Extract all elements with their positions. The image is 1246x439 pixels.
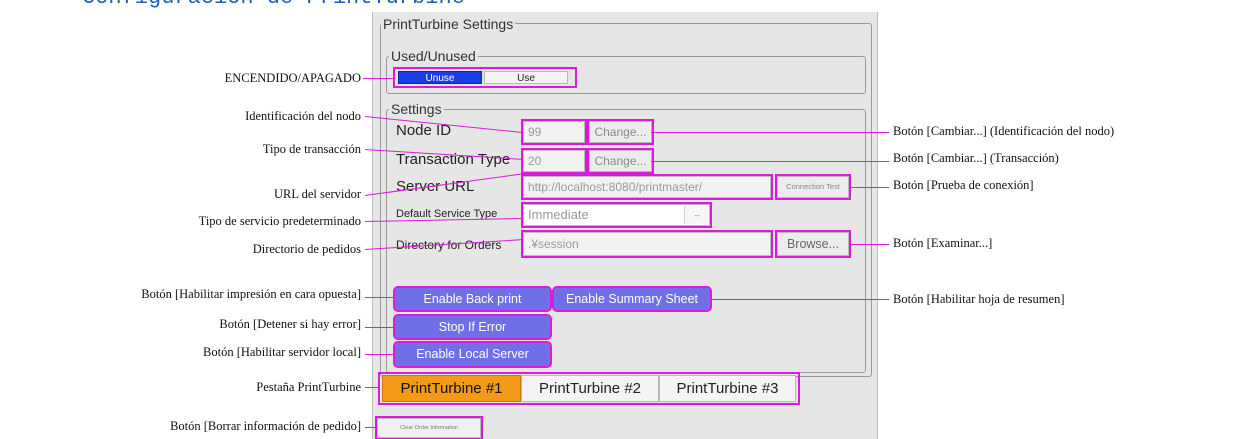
use-option[interactable]: Use [484,71,568,84]
use-label: Use [517,73,535,84]
transaction-type-input[interactable]: 20 [521,148,587,174]
annotation-printturbine-tab: Pestaña PrintTurbine [256,380,361,394]
unuse-option[interactable]: Unuse [398,71,482,84]
leader-line-connection-test [849,187,889,188]
unuse-label: Unuse [425,73,455,84]
annotation-change-node: Botón [Cambiar...] (Identificación del n… [893,124,1115,138]
annotation-connection-test: Botón [Prueba de conexión] [893,178,1034,192]
directory-for-orders-input[interactable]: .¥session [521,230,773,258]
node-id-input[interactable]: 99 [521,119,587,145]
tab-printturbine-2[interactable]: PrintTurbine #2 [521,375,659,402]
leader-line-back-print [365,297,394,298]
on-off-toggle[interactable]: Unuse Use [393,67,577,88]
annotation-default-service: Tipo de servicio predeterminado [198,214,361,228]
server-url-input[interactable]: http://localhost:8080/printmaster/ [521,174,773,200]
enable-local-server-button[interactable]: Enable Local Server [393,341,552,368]
annotation-node-id: Identificación del nodo [245,109,361,123]
change-node-id-button[interactable]: Change... [587,119,654,145]
page-heading: Configuración de PrintTurbine [82,0,465,10]
annotation-stop-error: Botón [Detener si hay error] [219,317,361,331]
annotation-on-off: ENCENDIDO/APAGADO [224,71,361,85]
leader-line-change-node [651,132,889,133]
leader-line-change-transaction [651,161,889,162]
leader-line-browse [849,244,889,245]
settings-panel: PrintTurbine Settings Used/Unused Unuse … [372,12,878,439]
browse-button[interactable]: Browse... [775,230,851,258]
leader-line-on-off [363,78,393,79]
annotation-local-server: Botón [Habilitar servidor local] [203,345,361,359]
annotation-transaction-type: Tipo de transacción [262,142,361,156]
enable-back-print-button[interactable]: Enable Back print [393,286,552,312]
printturbine-tabs: PrintTurbine #1 PrintTurbine #2 PrintTur… [378,372,800,405]
enable-summary-sheet-button[interactable]: Enable Summary Sheet [552,286,712,312]
default-service-type-select[interactable]: Immediate – [521,202,712,228]
clear-order-information-button[interactable]: Clear Order Information [375,416,483,439]
tab-printturbine-3[interactable]: PrintTurbine #3 [659,375,796,402]
settings-panel-title: PrintTurbine Settings [381,16,516,32]
stop-if-error-button[interactable]: Stop If Error [393,314,552,340]
annotation-summary-sheet: Botón [Habilitar hoja de resumen] [893,292,1065,306]
tab-printturbine-1[interactable]: PrintTurbine #1 [382,375,521,402]
leader-line-tab [365,387,380,388]
annotation-server-url: URL del servidor [273,187,361,201]
leader-line-local-server [365,354,394,355]
annotation-change-transaction: Botón [Cambiar...] (Transacción) [893,151,1059,165]
annotation-orders-directory: Directorio de pedidos [252,242,361,256]
leader-line-summary-sheet [710,299,889,300]
connection-test-button[interactable]: Connection Test [775,174,851,200]
annotation-browse: Botón [Examinar...] [893,236,993,250]
leader-line-clear-order [365,427,377,428]
used-unused-legend: Used/Unused [389,48,478,64]
change-transaction-button[interactable]: Change... [587,148,654,174]
dropdown-arrow-icon[interactable]: – [684,206,709,224]
leader-line-stop-error [365,327,394,328]
annotation-back-print: Botón [Habilitar impresión en cara opues… [141,287,361,301]
settings-legend: Settings [389,101,444,117]
default-service-type-value: Immediate [528,207,589,222]
annotation-clear-order: Botón [Borrar información de pedido] [170,419,361,433]
